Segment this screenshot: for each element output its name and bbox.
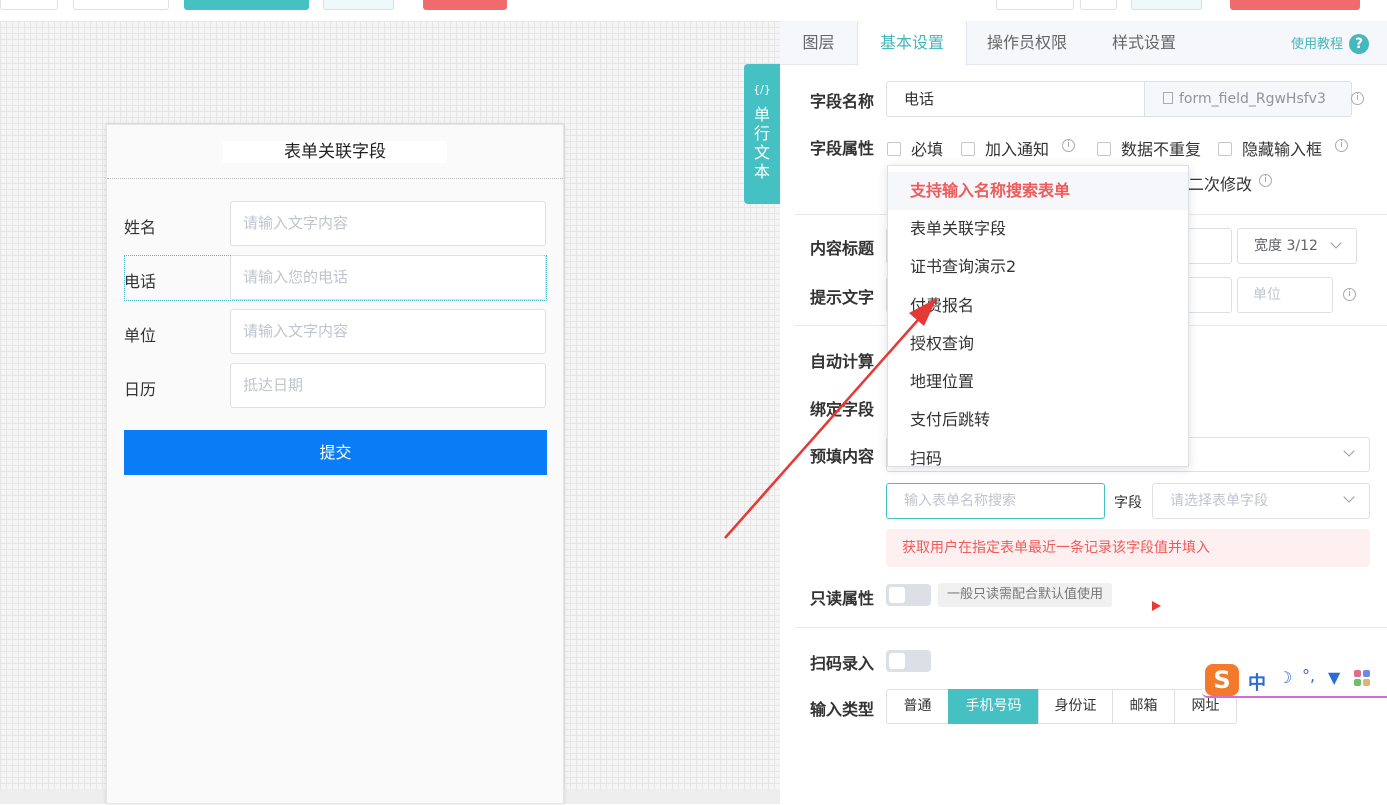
annotation-arrow <box>724 298 937 539</box>
sogou-logo-icon: S <box>1205 664 1239 696</box>
moon-icon: ☽ <box>1278 668 1293 687</box>
ime-mode: 中 <box>1248 673 1266 694</box>
skin-icon: ▼ <box>1328 668 1341 687</box>
punctuation-icon: °, <box>1302 666 1316 685</box>
toolbox-icon <box>1354 670 1370 686</box>
ime-toolbar[interactable]: S 中 ☽ °, ▼ <box>1202 662 1387 698</box>
